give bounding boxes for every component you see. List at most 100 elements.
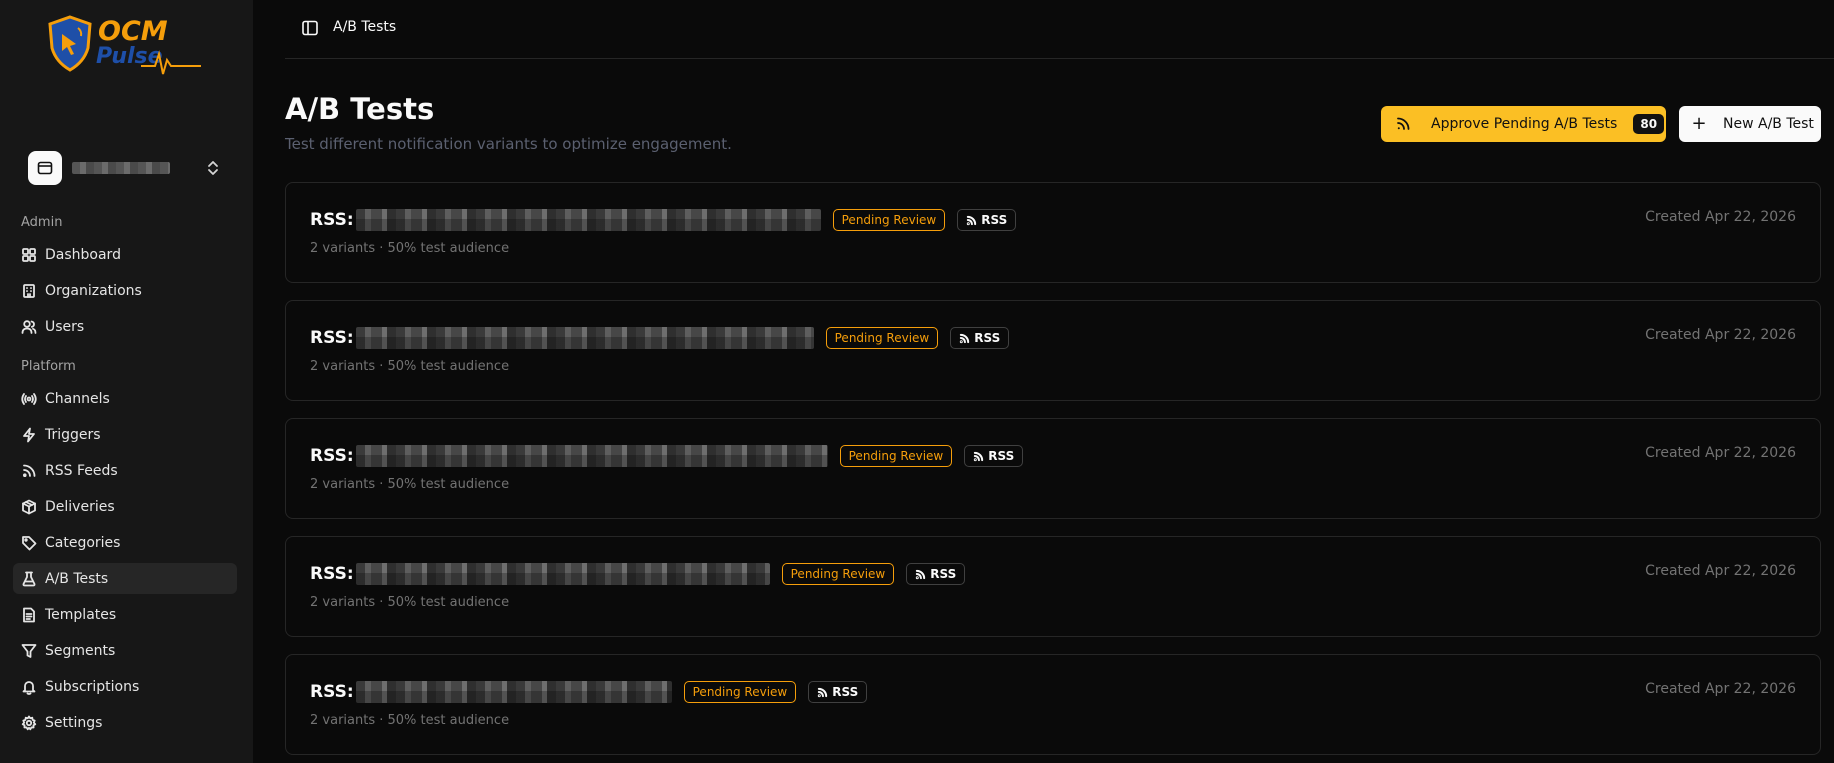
sidebar-item-label: Segments [45,642,116,659]
file-icon [21,607,37,623]
sidebar-item-organizations[interactable]: Organizations [13,275,237,306]
source-badge: RSS [906,563,966,585]
plus-icon: + [1691,113,1707,134]
browser-window-icon [28,151,62,185]
section-label-admin: Admin [21,215,63,230]
redacted-title [355,327,814,349]
sidebar-item-triggers[interactable]: Triggers [13,419,237,450]
created-date: Created Apr 22, 2026 [1645,209,1796,225]
organization-switcher[interactable] [28,151,223,185]
page-title: A/B Tests [285,92,435,126]
sidebar-item-label: Channels [45,390,110,407]
ab-test-card[interactable]: RSS: Pending Review RSS 2 variants · 50%… [285,536,1821,637]
sidebar-item-ab-tests[interactable]: A/B Tests [13,563,237,594]
test-meta: 2 variants · 50% test audience [310,713,510,728]
sidebar: OCM Pulse Admin Dashboard Organizations … [0,0,253,763]
test-meta: 2 variants · 50% test audience [310,241,510,256]
rss-icon [818,687,828,697]
source-badge: RSS [957,209,1017,231]
created-date: Created Apr 22, 2026 [1645,445,1796,461]
sidebar-item-rss-feeds[interactable]: RSS Feeds [13,455,237,486]
ab-test-card[interactable]: RSS: Pending Review RSS 2 variants · 50%… [285,654,1821,755]
ab-test-card[interactable]: RSS: Pending Review RSS 2 variants · 50%… [285,300,1821,401]
grid-icon [21,247,37,263]
sidebar-item-subscriptions[interactable]: Subscriptions [13,671,237,702]
redacted-title [355,563,770,585]
source-badge-label: RSS [981,213,1008,227]
shield-logo-icon [48,15,92,72]
app-logo[interactable]: OCM Pulse [46,14,201,84]
logo-text: OCM [98,16,168,47]
broadcast-icon [21,391,37,407]
sidebar-item-label: A/B Tests [45,570,109,587]
approve-button-label: Approve Pending A/B Tests [1431,116,1618,132]
status-badge: Pending Review [781,563,895,585]
sidebar-item-templates[interactable]: Templates [13,599,237,630]
rss-icon [967,215,977,225]
pending-count-badge: 80 [1633,114,1665,134]
status-badge: Pending Review [825,327,939,349]
rss-icon [916,569,926,579]
ab-test-card[interactable]: RSS: Pending Review RSS 2 variants · 50%… [285,418,1821,519]
source-badge: RSS [808,681,868,703]
rss-icon [974,451,984,461]
status-badge: Pending Review [839,445,953,467]
source-badge-label: RSS [974,331,1001,345]
ab-test-card[interactable]: RSS: Pending Review RSS 2 variants · 50%… [285,182,1821,283]
sidebar-item-label: Organizations [45,282,142,299]
users-icon [21,319,37,335]
new-button-label: New A/B Test [1723,116,1814,132]
sidebar-item-label: Deliveries [45,498,115,515]
pulse-line-icon [141,50,201,75]
sidebar-item-label: Subscriptions [45,678,140,695]
package-icon [21,499,37,515]
page-subtitle: Test different notification variants to … [285,135,732,153]
created-date: Created Apr 22, 2026 [1645,681,1796,697]
test-title-prefix: RSS: [310,564,354,584]
rss-icon [1397,117,1410,130]
new-ab-test-button[interactable]: + New A/B Test [1679,106,1821,142]
source-badge-label: RSS [988,449,1015,463]
sidebar-item-deliveries[interactable]: Deliveries [13,491,237,522]
rss-icon [960,333,970,343]
sidebar-item-label: Settings [45,714,103,731]
sidebar-item-categories[interactable]: Categories [13,527,237,558]
status-badge: Pending Review [683,681,797,703]
gear-icon [21,715,37,731]
status-badge: Pending Review [832,209,946,231]
test-meta: 2 variants · 50% test audience [310,359,510,374]
test-meta: 2 variants · 50% test audience [310,477,510,492]
source-badge-label: RSS [930,567,957,581]
test-title-prefix: RSS: [310,328,354,348]
sidebar-item-label: Dashboard [45,246,121,263]
rss-icon [21,463,37,479]
sidebar-item-label: Users [45,318,85,335]
zap-icon [21,427,37,443]
flask-icon [21,571,37,587]
sidebar-item-label: Categories [45,534,121,551]
test-meta: 2 variants · 50% test audience [310,595,510,610]
created-date: Created Apr 22, 2026 [1645,563,1796,579]
sidebar-item-settings[interactable]: Settings [13,707,237,738]
sidebar-item-segments[interactable]: Segments [13,635,237,666]
test-title-prefix: RSS: [310,682,354,702]
created-date: Created Apr 22, 2026 [1645,327,1796,343]
approve-pending-button[interactable]: Approve Pending A/B Tests 80 [1381,106,1666,142]
source-badge-label: RSS [832,685,859,699]
sidebar-toggle-icon[interactable] [301,19,319,37]
breadcrumb: A/B Tests [333,19,397,35]
source-badge: RSS [950,327,1010,349]
redacted-title [355,681,672,703]
redacted-title [355,209,821,231]
bell-icon [21,679,37,695]
sidebar-item-users[interactable]: Users [13,311,237,342]
sidebar-item-channels[interactable]: Channels [13,383,237,414]
organization-name-redacted [72,162,170,174]
sidebar-item-label: Triggers [45,426,101,443]
section-label-platform: Platform [21,359,76,374]
sidebar-item-dashboard[interactable]: Dashboard [13,239,237,270]
redacted-title [355,445,828,467]
test-title-prefix: RSS: [310,446,354,466]
test-title-prefix: RSS: [310,210,354,230]
sidebar-item-label: Templates [45,606,117,623]
